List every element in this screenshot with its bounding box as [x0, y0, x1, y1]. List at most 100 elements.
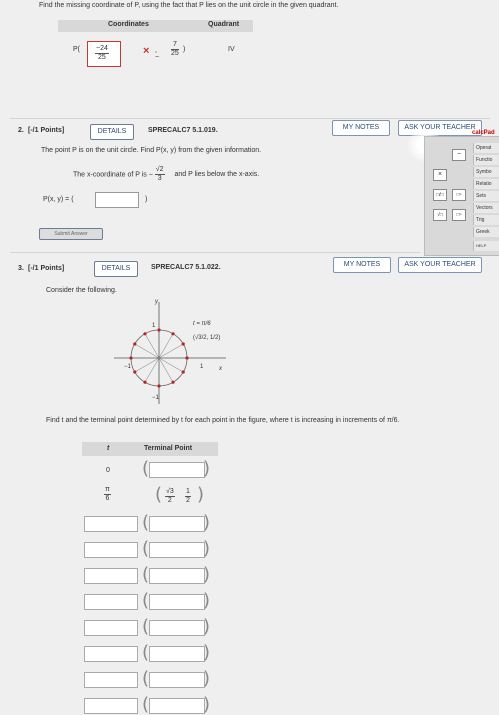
q3-row-t-input[interactable] — [84, 672, 138, 688]
q2-given-info: The x-coordinate of P is − √2 3 and P li… — [73, 166, 259, 183]
q3-row-open-paren: ( — [142, 564, 150, 585]
q3-row-terminal-input[interactable] — [149, 620, 205, 636]
calcpad-tab-trig[interactable]: Trig — [473, 215, 499, 225]
q2-given-suffix: and P lies below the x-axis. — [174, 171, 260, 179]
q3-row-terminal-input[interactable] — [149, 594, 205, 610]
calcpad-tab-operations[interactable]: Operat — [473, 143, 499, 153]
q3-row0-open-paren: ( — [142, 458, 150, 479]
q1-table-header: Coordinates Quadrant — [58, 20, 253, 32]
q2-given-denominator: 3 — [157, 175, 162, 182]
q1-header-quadrant: Quadrant — [208, 21, 240, 28]
q3-consider-text: Consider the following. — [46, 287, 117, 294]
q3-row-close-paren: ) — [203, 590, 211, 611]
q3-details-button[interactable]: DETAILS — [94, 261, 138, 277]
figure-t-label: t = π/6 — [193, 321, 211, 327]
q3-row-open-paren: ( — [142, 590, 150, 611]
q3-col-t: t — [107, 445, 110, 452]
q2-my-notes-button[interactable]: MY NOTES — [332, 120, 390, 136]
calcpad-tab-vectors[interactable]: Vectors — [473, 203, 499, 213]
q3-instruction: Find t and the terminal point determined… — [46, 417, 400, 424]
q3-row-close-paren: ) — [203, 538, 211, 559]
q3-row-open-paren: ( — [142, 668, 150, 689]
calcpad-minus-button[interactable]: − — [452, 149, 466, 161]
q3-row-open-paren: ( — [142, 616, 150, 637]
figure-point-label: (√3/2, 1/2) — [193, 335, 221, 341]
calcpad-fraction-button[interactable]: □/□ — [433, 189, 447, 201]
calcpad-palette: − × □/□ □ⁿ √□ □ⁿ Operat Functio Symbo Re… — [424, 136, 499, 256]
q2-answer-label: P(x, y) = ( — [43, 196, 74, 203]
q3-row-open-paren: ( — [142, 642, 150, 663]
calcpad-tab-relations[interactable]: Relatio — [473, 179, 499, 189]
q2-given-numerator: √2 — [154, 166, 165, 175]
calcpad-tab-sets[interactable]: Sets — [473, 191, 499, 201]
calcpad-tab-functions[interactable]: Functio — [473, 155, 499, 165]
q1-y-denominator: 25 — [171, 50, 179, 57]
q2-submit-button[interactable]: Submit Answer — [39, 228, 103, 240]
calcpad-times-button[interactable]: × — [433, 169, 447, 181]
q3-row-terminal-input[interactable] — [149, 698, 205, 714]
q3-row-terminal-input[interactable] — [149, 672, 205, 688]
q3-row-close-paren: ) — [203, 668, 211, 689]
q3-row0-close-paren: ) — [203, 458, 211, 479]
q3-problem-code: SPRECALC7 5.1.022. — [151, 264, 221, 271]
q3-row1-x-denominator: 2 — [167, 497, 172, 504]
q3-row-close-paren: ) — [203, 694, 211, 715]
q3-row-t-input[interactable] — [84, 542, 138, 558]
figure-x-label: x — [219, 366, 222, 372]
q3-row1-y-numerator: 1 — [185, 488, 191, 497]
calcpad-power-button[interactable]: □ⁿ — [452, 189, 466, 201]
q1-y-numerator: 7 — [171, 41, 179, 50]
q3-ask-teacher-button[interactable]: ASK YOUR TEACHER — [398, 257, 482, 273]
q3-row-close-paren: ) — [203, 642, 211, 663]
calcpad-tab-greek[interactable]: Greek — [473, 227, 499, 237]
q1-header-coordinates: Coordinates — [108, 21, 149, 28]
q3-row0-t: 0 — [106, 467, 110, 474]
q3-row-t-input[interactable] — [84, 516, 138, 532]
q2-answer-close: ) — [145, 196, 148, 203]
figure-tick-1-right: 1 — [200, 364, 204, 370]
q1-p-label: P( — [73, 46, 80, 53]
q3-row-terminal-input[interactable] — [149, 516, 205, 532]
q1-incorrect-icon: × — [143, 45, 150, 57]
q3-points: [-/1 Points] — [28, 265, 65, 272]
q3-col-terminal: Terminal Point — [144, 445, 193, 452]
q3-row-terminal-input[interactable] — [149, 646, 205, 662]
q3-row-close-paren: ) — [203, 564, 211, 585]
q2-answer-input[interactable] — [95, 192, 139, 208]
q3-row-terminal-input[interactable] — [149, 542, 205, 558]
calcpad-sqrt-button[interactable]: √□ — [433, 209, 447, 221]
q3-row-t-input[interactable] — [84, 568, 138, 584]
q3-row0-terminal-input[interactable] — [149, 462, 205, 478]
q3-number: 3. — [18, 265, 24, 272]
q1-instruction: Find the missing coordinate of P, using … — [39, 2, 339, 9]
q2-problem-code: SPRECALC7 5.1.019. — [148, 127, 218, 134]
q2-statement: The point P is on the unit circle. Find … — [41, 147, 262, 154]
figure-tick-neg1-bottom: −1 — [152, 395, 159, 401]
q3-divider — [10, 252, 420, 253]
q3-row1-y-denominator: 2 — [186, 497, 190, 504]
figure-tick-1-top: 1 — [152, 323, 156, 329]
q3-row-t-input[interactable] — [84, 646, 138, 662]
q3-row-t-input[interactable] — [84, 620, 138, 636]
q3-row-terminal-input[interactable] — [149, 568, 205, 584]
q2-divider — [10, 118, 490, 119]
q3-row-t-input[interactable] — [84, 594, 138, 610]
q3-table-header: t Terminal Point — [82, 442, 218, 456]
q1-x-denominator: 25 — [98, 54, 106, 61]
calcpad-tab-symbols[interactable]: Symbo — [473, 167, 499, 177]
q1-y-sign: , − — [155, 47, 160, 61]
q3-row1-x-numerator: √3 — [165, 488, 175, 497]
q3-row1-t-denominator: 6 — [105, 495, 110, 502]
q2-points: [-/1 Points] — [28, 127, 65, 134]
q3-row-open-paren: ( — [142, 538, 150, 559]
calcpad-help[interactable]: HELP — [473, 241, 499, 251]
q2-given-prefix: The x-coordinate of P is − — [73, 171, 153, 179]
q3-row-close-paren: ) — [203, 616, 211, 637]
q2-details-button[interactable]: DETAILS — [90, 124, 134, 140]
q3-row-close-paren: ) — [203, 512, 211, 533]
q3-row-t-input[interactable] — [84, 698, 138, 714]
q3-my-notes-button[interactable]: MY NOTES — [333, 257, 391, 273]
q1-x-numerator: −24 — [95, 45, 109, 54]
calcpad-nth-root-button[interactable]: □ⁿ — [452, 209, 466, 221]
q1-x-answer-field[interactable]: −24 25 — [87, 41, 121, 67]
